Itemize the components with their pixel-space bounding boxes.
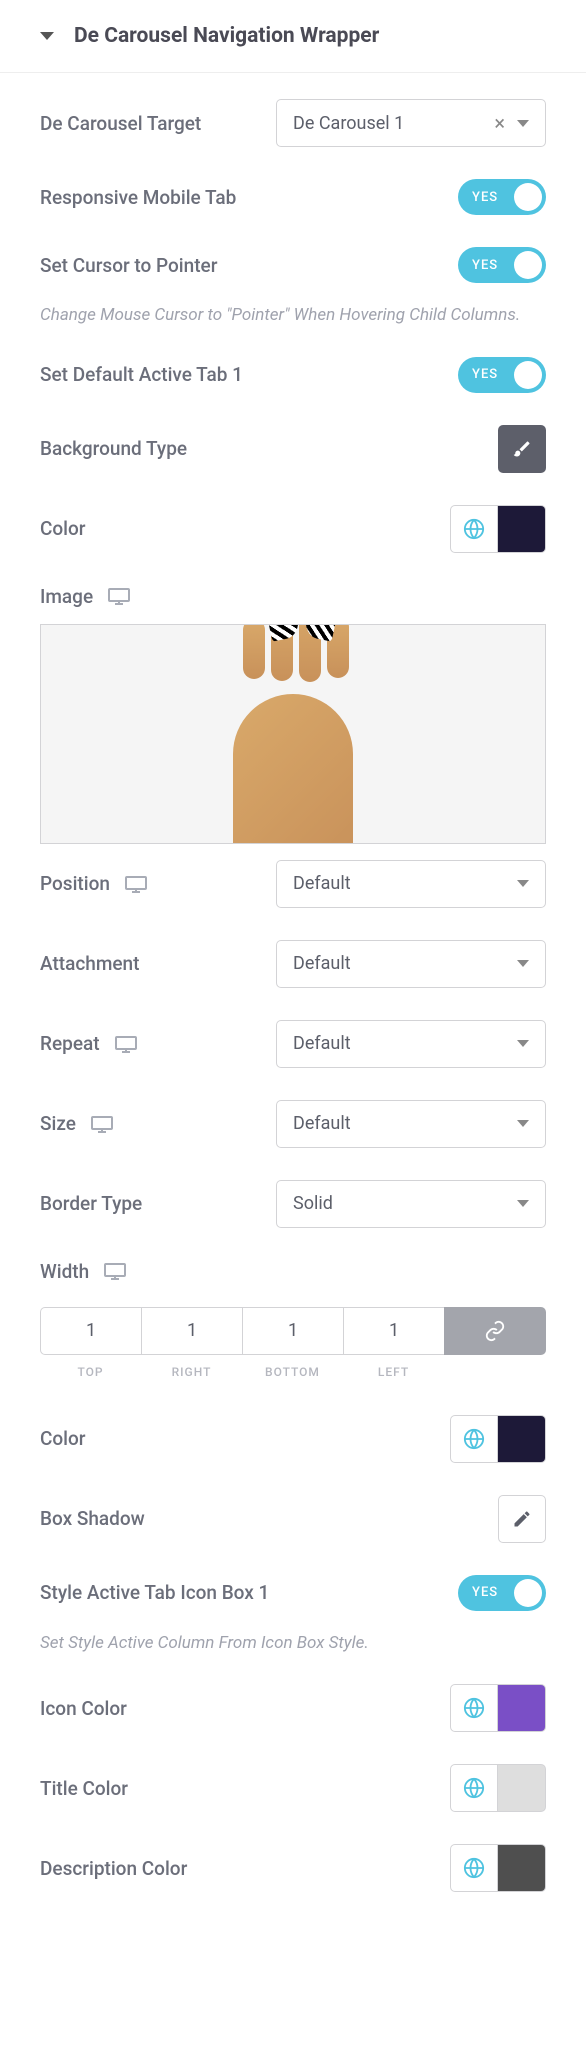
desktop-icon[interactable] — [107, 587, 131, 605]
desktop-icon[interactable] — [103, 1262, 127, 1280]
icon-color-swatch[interactable] — [498, 1684, 546, 1732]
desktop-icon[interactable] — [114, 1035, 138, 1053]
color-label-2: Color — [40, 1427, 86, 1450]
width-top-input[interactable] — [40, 1307, 141, 1355]
cursor-pointer-row: Set Cursor to Pointer YES — [40, 231, 546, 299]
attachment-select[interactable]: Default — [276, 940, 546, 988]
carousel-target-row: De Carousel Target De Carousel 1 × — [40, 83, 546, 163]
background-type-button[interactable] — [498, 425, 546, 473]
chevron-down-icon — [517, 1040, 529, 1047]
chevron-down-icon — [517, 1120, 529, 1127]
image-label-row: Image — [40, 569, 546, 624]
title-color-swatch[interactable] — [498, 1764, 546, 1812]
global-color-button-1[interactable] — [450, 505, 498, 553]
description-color-row: Description Color — [40, 1828, 546, 1908]
default-active-row: Set Default Active Tab 1 YES — [40, 341, 546, 409]
responsive-mobile-toggle[interactable]: YES — [458, 179, 546, 215]
chevron-down-icon — [517, 1200, 529, 1207]
globe-icon — [463, 1428, 485, 1450]
section-header[interactable]: De Carousel Navigation Wrapper — [0, 0, 586, 73]
responsive-mobile-row: Responsive Mobile Tab YES — [40, 163, 546, 231]
style-active-row: Style Active Tab Icon Box 1 YES — [40, 1559, 546, 1627]
width-inputs: TOP RIGHT BOTTOM LEFT — [40, 1307, 546, 1379]
width-bottom-input[interactable] — [242, 1307, 343, 1355]
position-row: Position Default — [40, 844, 546, 924]
border-type-row: Border Type Solid — [40, 1164, 546, 1244]
globe-icon — [463, 518, 485, 540]
globe-icon — [463, 1777, 485, 1799]
style-active-hint: Set Style Active Column From Icon Box St… — [40, 1627, 546, 1669]
icon-color-row: Icon Color — [40, 1668, 546, 1748]
size-label: Size — [40, 1112, 76, 1135]
cursor-pointer-toggle[interactable]: YES — [458, 247, 546, 283]
carousel-target-label: De Carousel Target — [40, 112, 201, 135]
position-label: Position — [40, 872, 110, 895]
box-shadow-label: Box Shadow — [40, 1507, 145, 1530]
desktop-icon[interactable] — [90, 1115, 114, 1133]
globe-icon — [463, 1697, 485, 1719]
position-select[interactable]: Default — [276, 860, 546, 908]
chevron-down-icon — [517, 120, 529, 127]
width-left-input[interactable] — [343, 1307, 444, 1355]
color-row-2: Color — [40, 1399, 546, 1479]
size-row: Size Default — [40, 1084, 546, 1164]
width-label-row: Width — [40, 1244, 546, 1299]
width-label: Width — [40, 1260, 89, 1283]
background-type-row: Background Type — [40, 409, 546, 489]
box-shadow-row: Box Shadow — [40, 1479, 546, 1559]
background-type-label: Background Type — [40, 437, 187, 460]
color-row-1: Color — [40, 489, 546, 569]
repeat-label: Repeat — [40, 1032, 100, 1055]
cursor-pointer-label: Set Cursor to Pointer — [40, 254, 217, 277]
border-type-select[interactable]: Solid — [276, 1180, 546, 1228]
description-color-swatch[interactable] — [498, 1844, 546, 1892]
pencil-icon — [512, 1509, 532, 1529]
color-swatch-2[interactable] — [498, 1415, 546, 1463]
size-select[interactable]: Default — [276, 1100, 546, 1148]
clear-icon[interactable]: × — [494, 111, 505, 135]
chevron-down-icon — [517, 960, 529, 967]
icon-color-label: Icon Color — [40, 1697, 127, 1720]
default-active-toggle[interactable]: YES — [458, 357, 546, 393]
style-active-toggle[interactable]: YES — [458, 1575, 546, 1611]
box-shadow-edit-button[interactable] — [498, 1495, 546, 1543]
repeat-select[interactable]: Default — [276, 1020, 546, 1068]
section-title: De Carousel Navigation Wrapper — [74, 24, 379, 48]
link-values-button[interactable] — [444, 1307, 546, 1355]
repeat-row: Repeat Default — [40, 1004, 546, 1084]
brush-icon — [512, 439, 532, 459]
carousel-target-select[interactable]: De Carousel 1 × — [276, 99, 546, 147]
border-type-label: Border Type — [40, 1192, 142, 1215]
style-active-label: Style Active Tab Icon Box 1 — [40, 1581, 269, 1604]
title-color-label: Title Color — [40, 1777, 128, 1800]
image-label: Image — [40, 585, 93, 608]
global-color-button-title[interactable] — [450, 1764, 498, 1812]
global-color-button-icon[interactable] — [450, 1684, 498, 1732]
attachment-row: Attachment Default — [40, 924, 546, 1004]
attachment-label: Attachment — [40, 952, 139, 975]
color-label-1: Color — [40, 517, 86, 540]
global-color-button-2[interactable] — [450, 1415, 498, 1463]
title-color-row: Title Color — [40, 1748, 546, 1828]
responsive-mobile-label: Responsive Mobile Tab — [40, 186, 236, 209]
default-active-label: Set Default Active Tab 1 — [40, 363, 243, 386]
desktop-icon[interactable] — [124, 875, 148, 893]
chevron-down-icon — [517, 880, 529, 887]
globe-icon — [463, 1857, 485, 1879]
color-swatch-1[interactable] — [498, 505, 546, 553]
caret-down-icon — [40, 32, 54, 40]
image-preview[interactable] — [40, 624, 546, 844]
link-icon — [484, 1320, 506, 1342]
global-color-button-desc[interactable] — [450, 1844, 498, 1892]
width-right-input[interactable] — [141, 1307, 242, 1355]
description-color-label: Description Color — [40, 1857, 187, 1880]
image-thumbnail — [223, 634, 363, 834]
cursor-hint: Change Mouse Cursor to "Pointer" When Ho… — [40, 299, 546, 341]
